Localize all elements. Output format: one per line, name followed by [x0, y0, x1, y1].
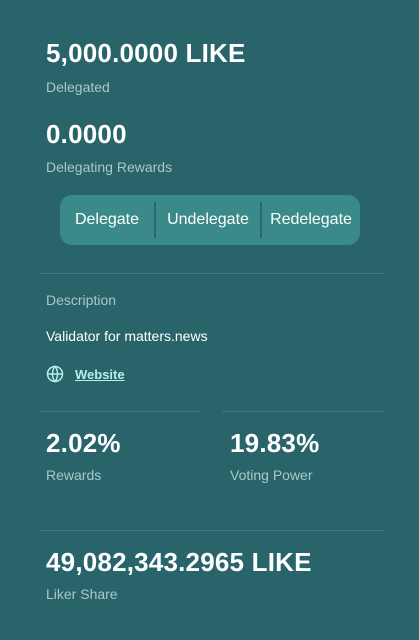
rewards-label: Rewards	[46, 467, 102, 483]
voting-power-value: 19.83%	[230, 428, 320, 458]
website-link[interactable]: Website	[75, 367, 125, 382]
liker-share-amount: 49,082,343.2965 LIKE	[46, 547, 312, 577]
liker-share-label: Liker Share	[46, 586, 118, 602]
section-divider	[40, 411, 200, 412]
undelegate-button[interactable]: Undelegate	[156, 195, 260, 245]
voting-power-label: Voting Power	[230, 467, 313, 483]
delegated-label: Delegated	[46, 79, 110, 95]
section-divider	[40, 530, 384, 531]
section-divider	[40, 273, 384, 274]
redelegate-button[interactable]: Redelegate	[262, 195, 360, 245]
delegating-rewards-amount: 0.0000	[46, 119, 127, 149]
validator-details-panel: 5,000.0000 LIKE Delegated 0.0000 Delegat…	[0, 0, 419, 640]
delegated-amount: 5,000.0000 LIKE	[46, 38, 246, 68]
description-text: Validator for matters.news	[46, 328, 208, 344]
website-row: Website	[46, 364, 125, 384]
section-divider	[222, 411, 384, 412]
description-heading: Description	[46, 292, 117, 308]
delegation-action-group: Delegate Undelegate Redelegate	[60, 195, 360, 245]
delegate-button[interactable]: Delegate	[60, 195, 154, 245]
globe-icon	[46, 365, 64, 383]
delegating-rewards-label: Delegating Rewards	[46, 159, 173, 175]
rewards-value: 2.02%	[46, 428, 121, 458]
